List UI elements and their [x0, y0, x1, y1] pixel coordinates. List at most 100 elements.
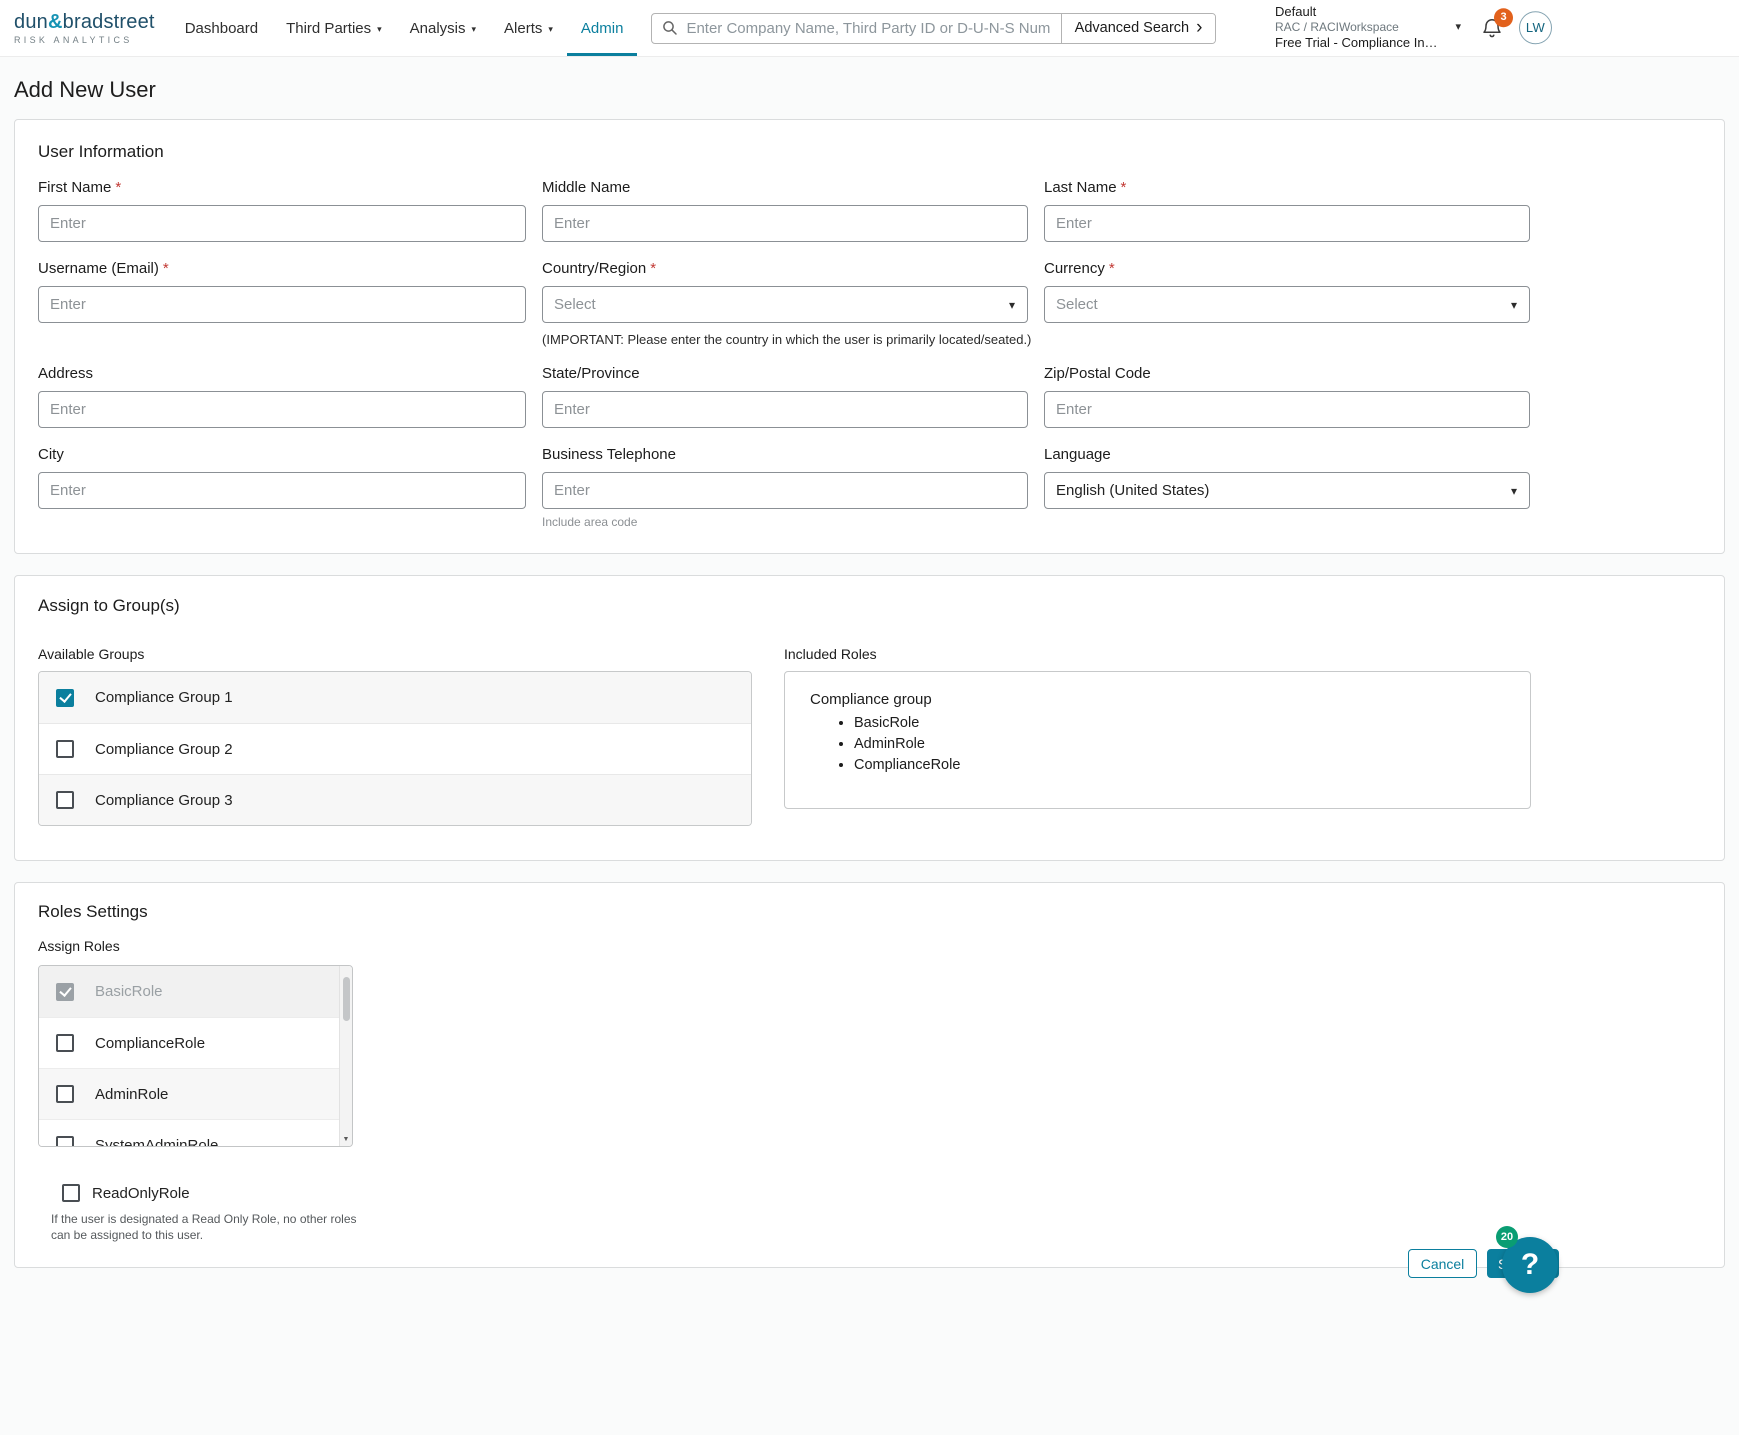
user-avatar[interactable]: LW: [1519, 11, 1552, 45]
language-select[interactable]: English (United States) ▾: [1044, 472, 1530, 509]
city-field: City: [38, 446, 526, 529]
readonly-role-label: ReadOnlyRole: [92, 1184, 190, 1202]
state-province-label: State/Province: [542, 365, 640, 382]
group-row-compliance-group-2[interactable]: Compliance Group 2: [39, 723, 751, 774]
user-information-title: User Information: [38, 142, 164, 161]
checkbox-unchecked[interactable]: [56, 1085, 74, 1103]
zip-postal-label: Zip/Postal Code: [1044, 365, 1151, 382]
state-province-input[interactable]: [542, 391, 1028, 428]
assign-groups-card: Assign to Group(s) Available Groups Comp…: [14, 575, 1725, 861]
available-groups-column: Available Groups Compliance Group 1 Comp…: [38, 646, 752, 826]
brand-wordmark: dun&bradstreet: [14, 11, 155, 33]
checkbox-unchecked[interactable]: [56, 1034, 74, 1052]
required-marker: *: [1120, 179, 1127, 196]
scrollbar-thumb[interactable]: [343, 977, 350, 1021]
middle-name-input[interactable]: [542, 205, 1028, 242]
role-label: SystemAdminRole: [95, 1136, 219, 1147]
caret-down-icon: ▾: [1510, 483, 1517, 498]
search-input[interactable]: [686, 19, 1051, 37]
notifications-button[interactable]: 3: [1480, 8, 1513, 40]
help-button[interactable]: ? 20: [1496, 1226, 1558, 1293]
first-name-input[interactable]: [38, 205, 526, 242]
scrollbar[interactable]: ▼: [339, 966, 352, 1146]
checkbox-unchecked[interactable]: [62, 1184, 80, 1202]
state-province-field: State/Province: [542, 365, 1028, 428]
nav-third-parties[interactable]: Third Parties ▾: [272, 0, 396, 56]
nav-dashboard[interactable]: Dashboard: [171, 0, 272, 56]
caret-down-icon[interactable]: ▾: [1455, 21, 1461, 34]
user-information-grid: First Name* Middle Name Last Name* Usern…: [38, 179, 1530, 529]
required-marker: *: [162, 260, 169, 277]
brand-logo[interactable]: dun&bradstreet RISK ANALYTICS: [14, 11, 155, 45]
role-option-systemadminrole[interactable]: SystemAdminRole: [39, 1119, 339, 1147]
included-roles-label: Included Roles: [784, 646, 877, 662]
select-placeholder: Select: [1056, 296, 1098, 313]
address-input[interactable]: [38, 391, 526, 428]
username-email-input[interactable]: [38, 286, 526, 323]
included-group-name: Compliance group: [810, 691, 932, 708]
business-telephone-input[interactable]: [542, 472, 1028, 509]
assign-roles-label: Assign Roles: [38, 938, 120, 954]
currency-select[interactable]: Select ▾: [1044, 286, 1530, 323]
caret-down-icon: ▾: [377, 23, 382, 34]
select-placeholder: Select: [554, 296, 596, 313]
caret-down-icon: ▾: [548, 23, 553, 34]
role-label: BasicRole: [95, 983, 163, 1000]
available-groups-label: Available Groups: [38, 646, 145, 662]
nav-label: Analysis: [409, 19, 466, 37]
caret-down-icon: ▾: [471, 23, 477, 34]
nav-alerts[interactable]: Alerts ▾: [490, 0, 567, 56]
scroll-down-arrow-icon[interactable]: ▼: [340, 1136, 352, 1143]
assign-roles-listbox: BasicRole ComplianceRole AdminRole Syste…: [38, 965, 353, 1147]
included-roles-column: Included Roles Compliance group BasicRol…: [784, 646, 1531, 826]
group-label: Compliance Group 2: [95, 740, 233, 758]
workspace-trial-label: Free Trial - Compliance In…: [1275, 34, 1438, 50]
cancel-button[interactable]: Cancel: [1408, 1249, 1477, 1278]
brand-ampersand: &: [47, 11, 63, 33]
country-region-select[interactable]: Select ▾: [542, 286, 1028, 323]
checkbox-unchecked[interactable]: [56, 740, 74, 758]
address-field: Address: [38, 365, 526, 428]
included-role: ComplianceRole: [854, 757, 1505, 773]
checkbox-checked-disabled: [56, 982, 74, 1001]
city-input[interactable]: [38, 472, 526, 509]
brand-subtitle: RISK ANALYTICS: [14, 35, 133, 45]
role-label: AdminRole: [95, 1085, 169, 1103]
workspace-selector[interactable]: Default RAC / RACIWorkspace ▾ Free Trial…: [1275, 4, 1461, 52]
global-search: Advanced Search ›: [651, 12, 1217, 44]
group-label: Compliance Group 1: [95, 689, 233, 706]
middle-name-label: Middle Name: [542, 179, 631, 196]
checkbox-unchecked[interactable]: [56, 791, 74, 809]
group-row-compliance-group-3[interactable]: Compliance Group 3: [39, 774, 751, 825]
chevron-right-icon: ›: [1196, 16, 1203, 38]
required-marker: *: [115, 179, 122, 196]
caret-down-icon: ▾: [1008, 297, 1015, 312]
nav-label: Third Parties: [286, 19, 372, 37]
currency-field: Currency * Select ▾: [1044, 260, 1530, 347]
checkbox-unchecked[interactable]: [56, 1136, 74, 1146]
role-option-basicrole[interactable]: BasicRole: [39, 966, 339, 1017]
role-option-compliancerole[interactable]: ComplianceRole: [39, 1017, 339, 1068]
roles-settings-title: Roles Settings: [38, 902, 148, 921]
group-row-compliance-group-1[interactable]: Compliance Group 1: [39, 672, 751, 723]
nav-label: Alerts: [504, 19, 543, 37]
middle-name-field: Middle Name: [542, 179, 1028, 242]
zip-postal-input[interactable]: [1044, 391, 1530, 428]
nav-admin[interactable]: Admin: [566, 0, 638, 56]
group-label: Compliance Group 3: [95, 791, 233, 809]
role-option-adminrole[interactable]: AdminRole: [39, 1068, 339, 1119]
workspace-path: RAC / RACIWorkspace: [1275, 20, 1399, 35]
top-navbar: dun&bradstreet RISK ANALYTICS Dashboard …: [0, 0, 1739, 57]
readonly-role-row[interactable]: ReadOnlyRole: [62, 1184, 1701, 1202]
workspace-name: Default: [1275, 4, 1317, 20]
city-label: City: [38, 446, 64, 463]
help-badge: 20: [1496, 1226, 1518, 1248]
last-name-input[interactable]: [1044, 205, 1530, 242]
nav-analysis[interactable]: Analysis ▾: [396, 0, 490, 56]
included-roles-box: Compliance group BasicRole AdminRole Com…: [784, 671, 1531, 809]
included-role: AdminRole: [854, 736, 1505, 752]
business-telephone-field: Business Telephone Include area code: [542, 446, 1028, 529]
advanced-search-button[interactable]: Advanced Search ›: [1060, 13, 1216, 43]
first-name-label: First Name *: [38, 179, 122, 196]
checkbox-checked[interactable]: [56, 688, 74, 707]
